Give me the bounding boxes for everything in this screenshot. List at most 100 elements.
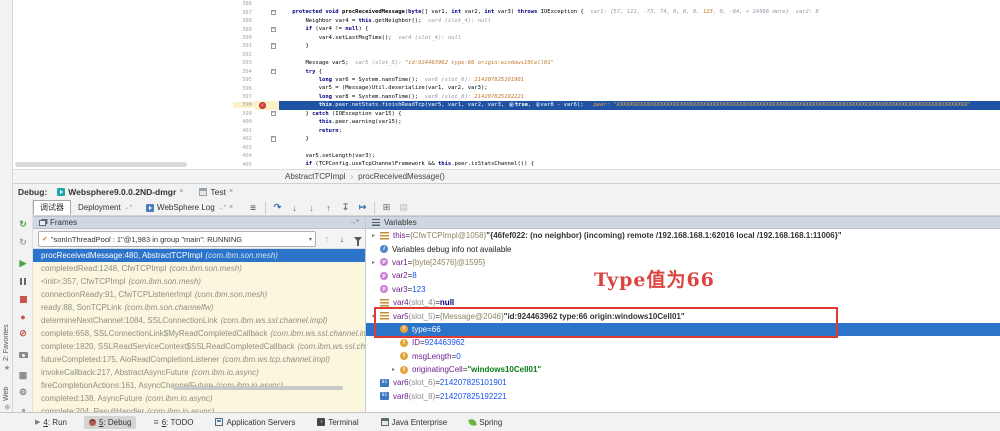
variable-row[interactable]: 01 var6 (slot_6) = 214207825101901 [366, 376, 1000, 389]
frame-row[interactable]: connectionReady:91, CfwTCPListenerImpl (c… [33, 288, 365, 301]
frame-row[interactable]: invokeCallback:217, AbstractAsyncFuture(… [33, 366, 365, 379]
force-step-into-icon[interactable]: ↓ [303, 200, 320, 215]
line-number[interactable]: 386 [233, 1, 255, 7]
toolwindow-button-todo[interactable]: ≡ 6: TODO [148, 415, 198, 429]
toolwindow-button-terminal[interactable]: › Terminal [312, 416, 363, 429]
line-number[interactable]: 391 [233, 43, 255, 49]
stop-button[interactable] [15, 292, 31, 306]
variable-row[interactable]: i Variables debug info not available [366, 242, 1000, 255]
frame-row[interactable]: completed:138, AsyncFuture (com.ibm.io.as… [33, 392, 365, 405]
session-tab-websphere[interactable]: Websphere9.0.0.2ND-dmgr × [57, 187, 183, 197]
code-line[interactable]: 400 this.peer.warning(var15); [233, 118, 1000, 126]
line-number[interactable]: 393 [233, 60, 255, 66]
session-tab-test[interactable]: Test × [199, 187, 233, 197]
variable-row[interactable]: ▸ f originatingCell = "windows10Cell01" [366, 363, 1000, 376]
frame-row[interactable]: completedRead:1248, CfwTCPImpl (com.ibm.s… [33, 262, 365, 275]
line-number[interactable]: 387 [233, 10, 255, 16]
variable-row[interactable]: ▾ var5 (slot_5) = {Message@2046} "id:9244… [366, 309, 1000, 322]
frame-row[interactable]: determineNextChannel:1084, SSLConnection… [33, 314, 365, 327]
inactive-tool-icon[interactable]: ▤ [395, 200, 412, 215]
line-number[interactable]: 403 [233, 145, 255, 151]
variable-row[interactable]: var4 (slot_4) = null [366, 296, 1000, 309]
breadcrumb-class[interactable]: AbstractTCPImpl [285, 172, 345, 181]
code-line[interactable]: 387 − protected void procReceivedMessage(… [233, 8, 1000, 16]
line-number[interactable]: 402 [233, 136, 255, 142]
thread-dump-button[interactable] [15, 348, 31, 362]
step-over-icon[interactable]: ↷ [269, 200, 286, 215]
layout-menu-icon[interactable]: ≡ [250, 203, 256, 214]
tab-websphere-log[interactable]: WebSphere Log →* × [139, 200, 240, 215]
tab-debugger[interactable]: 调试器 [33, 200, 71, 215]
restore-layout-button[interactable]: ▦ [15, 368, 31, 382]
fold-icon[interactable]: − [270, 111, 276, 117]
code-line[interactable]: 390 var4.setLastMsgTime(); var4 (slot_4)… [233, 34, 1000, 42]
code-line[interactable]: 402 − } [233, 135, 1000, 143]
frames-horizontal-scrollbar[interactable] [173, 386, 343, 390]
settings-button[interactable]: ⚙ [15, 385, 31, 399]
line-number[interactable]: 400 [233, 119, 255, 125]
rerun-secondary-button[interactable]: ↻ [15, 235, 31, 249]
close-icon[interactable]: × [229, 204, 233, 211]
toolwindow-button-run[interactable]: ▶ 4: Run [30, 416, 72, 429]
fold-icon[interactable]: − [270, 136, 276, 142]
line-number[interactable]: 392 [233, 52, 255, 58]
code-line[interactable]: 394 − try { [233, 68, 1000, 76]
code-line[interactable]: 397 long var8 = System.nanoTime(); var8 … [233, 93, 1000, 101]
hide-panel-icon[interactable]: →* [349, 219, 359, 226]
line-number[interactable]: 401 [233, 128, 255, 134]
variable-row[interactable]: f ID = 924463962 [366, 336, 1000, 349]
line-number[interactable]: 404 [233, 153, 255, 159]
run-to-cursor-icon[interactable]: ↦ [354, 200, 371, 215]
horizontal-scrollbar[interactable] [15, 162, 187, 167]
close-icon[interactable]: × [229, 188, 233, 195]
line-number[interactable]: 395 [233, 77, 255, 83]
code-line[interactable]: 393 Message var5; var5 (slot_5): "id:924… [233, 59, 1000, 67]
evaluate-expression-icon[interactable]: ⊞ [378, 200, 395, 215]
expand-chevron-icon[interactable]: ▾ [372, 313, 380, 320]
code-line[interactable]: 389 − if (var4 != null) { [233, 25, 1000, 33]
variable-row[interactable]: f msgLength = 0 [366, 350, 1000, 363]
code-line[interactable]: 392 [233, 51, 1000, 59]
breakpoint-icon[interactable]: ✓ [259, 101, 266, 109]
frame-row[interactable]: complete:1820, SSLReadServiceContext$SSL… [33, 340, 365, 353]
line-number[interactable]: 397 [233, 94, 255, 100]
line-number[interactable]: 398 [233, 102, 255, 109]
hide-library-frames-filter-icon[interactable] [351, 232, 365, 246]
toolwindow-button-spring[interactable]: Spring [464, 416, 507, 429]
line-number[interactable]: 405 [233, 162, 255, 168]
code-line[interactable]: 386 [233, 0, 1000, 8]
code-line[interactable]: 391 − } [233, 42, 1000, 50]
code-line[interactable]: 401 return; [233, 127, 1000, 135]
variable-row[interactable]: 01 var8 (slot_8) = 214207825192221 [366, 390, 1000, 403]
frame-row[interactable]: ready:88, SonTCPLink (com.ibm.son.channel… [33, 301, 365, 314]
resume-button[interactable]: ▶ [15, 256, 31, 270]
close-icon[interactable]: × [179, 188, 183, 195]
variable-row[interactable]: ▸ this = {CfwTCPImpl@1058} "{46fef022: (n… [366, 229, 1000, 242]
frame-row[interactable]: procReceivedMessage:480, AbstractTCPImpl… [33, 249, 365, 262]
code-line[interactable]: 396 var5 = (Message)Util.deserialize(var… [233, 84, 1000, 92]
code-editor[interactable]: 386 387 − protected void procReceivedMessa… [233, 0, 1000, 169]
code-line[interactable]: 405 if (TCPConfig.useTcpChannelFramework… [233, 160, 1000, 168]
rerun-button[interactable]: ↻ [15, 217, 31, 231]
code-line[interactable]: 395 long var6 = System.nanoTime(); var6 … [233, 76, 1000, 84]
code-line[interactable]: 404 var5.setLength(var3); [233, 152, 1000, 160]
drop-frame-icon[interactable]: ↧ [337, 200, 354, 215]
step-out-icon[interactable]: ↑ [320, 200, 337, 215]
sidebar-item-web[interactable]: ⊕ Web [0, 376, 13, 410]
toolwindow-button-debug[interactable]: 5: Debug [83, 415, 137, 429]
toolwindow-button-application-servers[interactable]: Application Servers [210, 416, 300, 429]
mute-breakpoints-button[interactable]: ⊘ [15, 326, 31, 340]
step-into-icon[interactable]: ↓ [286, 200, 303, 215]
thread-dropdown[interactable]: ✔ "sonInThreadPool : 1"@1,983 in group "… [38, 231, 316, 247]
view-breakpoints-button[interactable]: ● [15, 310, 31, 324]
next-frame-icon[interactable]: ↓ [335, 232, 349, 246]
pause-button[interactable] [15, 274, 31, 288]
code-line[interactable]: 399 − } catch (IOException var15) { [233, 110, 1000, 118]
code-line[interactable]: 403 [233, 143, 1000, 151]
expand-chevron-icon[interactable]: ▸ [372, 259, 380, 266]
code-line[interactable]: 398 ✓ this.peer.netStats.finishReadTcp(va… [233, 101, 1000, 110]
sidebar-item-favorites[interactable]: ★ 2: Favorites [0, 300, 13, 372]
frame-row[interactable]: <init>:357, CfwTCPImpl (com.ibm.son.mesh) [33, 275, 365, 288]
fold-icon[interactable]: − [270, 9, 276, 16]
code-line[interactable]: 388 Neighbor var4 = this.getNeighbor(); … [233, 17, 1000, 25]
